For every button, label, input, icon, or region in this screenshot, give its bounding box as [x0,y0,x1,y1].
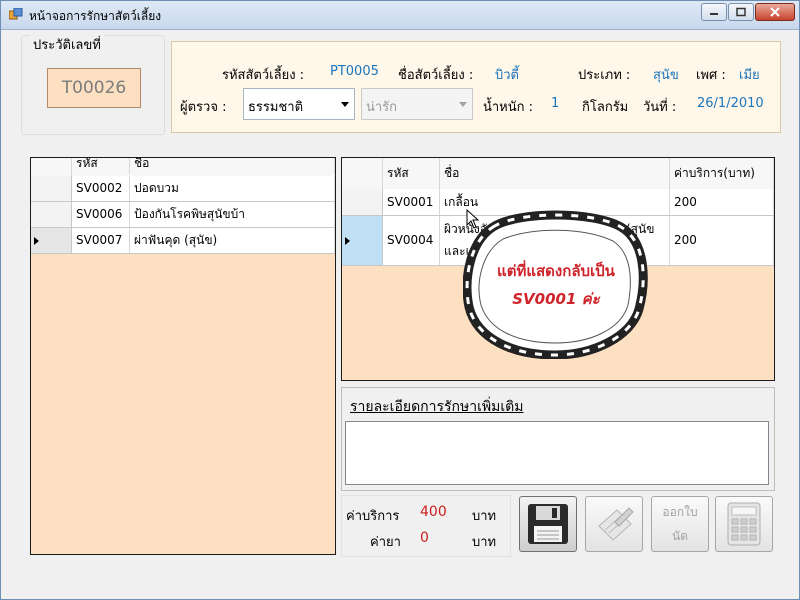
additional-details-title: รายละเอียดการรักษาเพิ่มเติม [350,399,524,415]
col-header-name[interactable]: ชื่อ [440,158,670,189]
service-fee-value: 400 [420,504,447,520]
weight-label: น้ำหนัก : [483,100,534,115]
pet-type-value: สุนัข [653,68,679,83]
pet-sex-label: เพศ : [696,68,726,83]
calculator-icon [727,502,761,546]
table-row-selected[interactable]: SV0007 ผ่าฟันคุด (สุนัข) [31,228,335,254]
cost-panel: ค่าบริการ 400 บาท ค่ายา 0 บาท [341,495,511,557]
appointment-button[interactable]: ออกใบ นัด [651,496,709,552]
floppy-disk-icon [528,504,568,544]
row-header[interactable] [342,189,383,215]
col-header-name[interactable]: ชื่อ [130,158,335,174]
app-icon [9,8,23,20]
chevron-down-icon [459,102,467,107]
edit-document-icon [598,507,634,541]
callout-line1: แต่ที่แสดงกลับเป็น [497,262,615,280]
save-button[interactable] [519,496,577,552]
annotation-callout: แต่ที่แสดงกลับเป็น SV0001 ค่ะ [463,209,649,359]
selected-services-header: รหัส ชื่อ ค่าบริการ(บาท) [342,158,774,190]
appointment-label-line2: นัด [672,529,688,543]
col-header-code[interactable]: รหัส [383,158,440,189]
available-services-grid[interactable]: รหัส ชื่อ SV0002 ปอดบวม SV0006 ป้องกันโร… [30,157,336,555]
examiner-select[interactable]: ธรรมชาติ [243,88,355,120]
history-label: ประวัติเลขที่ [30,34,104,55]
available-services-header: รหัส ชื่อ [31,158,335,182]
callout-line2: SV0001 ค่ะ [512,290,600,308]
history-group: ประวัติเลขที่ T00026 [21,34,165,135]
col-header-price[interactable]: ค่าบริการ(บาท) [670,158,774,189]
title-bar: หน้าจอการรักษาสัตว์เลี้ยง [1,1,799,30]
cell-code: SV0001 [383,189,440,215]
edit-button[interactable] [585,496,643,552]
row-header[interactable] [342,216,383,265]
additional-details-group: รายละเอียดการรักษาเพิ่มเติม [341,387,775,491]
cell-price: 200 [670,189,774,215]
cell-name: ปอดบวม [130,176,335,201]
close-button[interactable] [755,3,795,21]
minimize-icon [710,13,718,15]
cell-price: 200 [670,216,774,265]
weight-value: 1 [551,96,560,111]
service-fee-label: ค่าบริการ [346,509,400,524]
main-window: หน้าจอการรักษาสัตว์เลี้ยง ประวัติเลขที่ … [0,0,800,600]
second-select[interactable]: น่ารัก [361,88,473,120]
maximize-icon [736,7,746,17]
examiner-label: ผู้ตรวจ : [180,100,227,115]
table-row[interactable]: SV0002 ปอดบวม [31,176,335,202]
row-header[interactable] [31,228,72,253]
cell-code: SV0007 [72,228,130,253]
col-header-code[interactable]: รหัส [72,158,130,174]
history-number: T00026 [47,68,141,108]
cell-code: SV0002 [72,176,130,201]
minimize-button[interactable] [701,3,727,21]
service-fee-unit: บาท [472,509,497,524]
examiner-select-value: ธรรมชาติ [248,100,304,115]
date-label: วันที่ : [643,100,677,115]
row-header[interactable] [31,202,72,227]
date-value: 26/1/2010 [697,96,764,111]
medicine-fee-value: 0 [420,530,429,546]
callout-bubble-icon [463,210,648,359]
medicine-fee-unit: บาท [472,535,497,550]
medicine-fee-label: ค่ายา [370,535,401,550]
pet-id-label: รหัสสัตว์เลี้ยง : [222,68,305,83]
cell-name: ป้องกันโรคพิษสุนัขบ้า [130,202,335,227]
cell-name: ผ่าฟันคุด (สุนัข) [130,228,335,253]
cell-code: SV0004 [383,216,440,265]
pet-id-value: PT0005 [330,64,379,79]
additional-details-textarea[interactable] [345,421,769,485]
header-corner [342,158,383,189]
calculator-button[interactable] [715,496,773,552]
pet-info-panel: รหัสสัตว์เลี้ยง : PT0005 ชื่อสัตว์เลี้ยง… [171,41,781,133]
window-title: หน้าจอการรักษาสัตว์เลี้ยง [29,9,162,23]
chevron-down-icon [341,102,349,107]
close-icon [770,7,780,17]
pet-name-value: บิวตี้ [495,68,519,83]
second-select-value: น่ารัก [366,100,398,115]
appointment-label-line1: ออกใบ [662,505,698,519]
current-row-arrow-icon [345,236,350,245]
weight-unit: กิโลกรัม [582,100,629,115]
cell-code: SV0006 [72,202,130,227]
maximize-button[interactable] [728,3,754,21]
row-header[interactable] [31,176,72,201]
mouse-cursor-icon [466,209,480,229]
pet-type-label: ประเภท : [578,68,631,83]
current-row-arrow-icon [34,236,39,245]
pet-name-label: ชื่อสัตว์เลี้ยง : [398,68,474,83]
pet-sex-value: เมีย [739,68,760,83]
table-row[interactable]: SV0006 ป้องกันโรคพิษสุนัขบ้า [31,202,335,228]
